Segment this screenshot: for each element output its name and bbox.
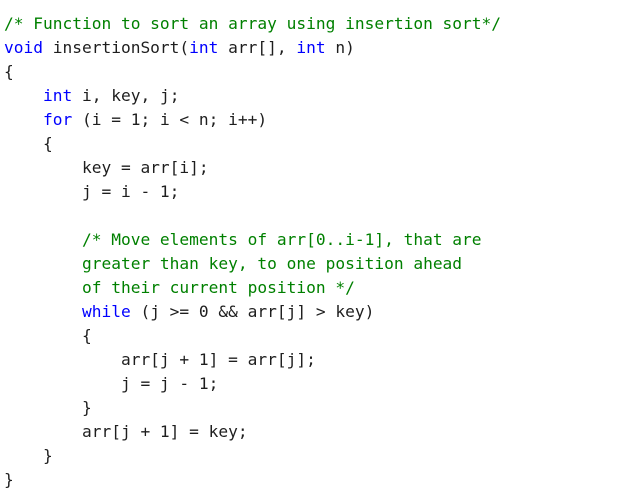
code-token: arr[j + 1] = key; — [4, 422, 248, 441]
code-comment: greater than key, to one position ahead — [81, 254, 463, 273]
code-line: } — [4, 444, 624, 468]
code-line: key = arr[i]; — [4, 156, 624, 180]
code-comment: of their current position */ — [81, 278, 355, 297]
code-comment: /* Function to sort an array using inser… — [4, 14, 502, 33]
code-line: { — [4, 132, 624, 156]
code-line: /* Move elements of arr[0..i-1], that ar… — [4, 228, 624, 252]
code-line: void insertionSort(int arr[], int n) — [4, 36, 624, 60]
code-token: j = i - 1; — [4, 182, 180, 201]
code-keyword: int — [189, 38, 219, 57]
code-line: of their current position */ — [4, 276, 624, 300]
code-line: { — [4, 60, 624, 84]
code-token: (i = 1; i < n; i++) — [72, 110, 268, 129]
code-brace: } — [4, 398, 92, 417]
code-line: while (j >= 0 && arr[j] > key) — [4, 300, 624, 324]
code-line: arr[j + 1] = key; — [4, 420, 624, 444]
code-line: j = i - 1; — [4, 180, 624, 204]
code-keyword: int — [42, 86, 73, 105]
code-brace: } — [4, 446, 53, 465]
code-brace: } — [4, 470, 14, 489]
code-keyword: int — [296, 38, 326, 57]
code-keyword: void — [4, 38, 43, 57]
code-token: i, key, j; — [72, 86, 180, 105]
code-line: { — [4, 324, 624, 348]
code-brace: { — [4, 326, 92, 345]
code-token: arr[], — [218, 38, 297, 57]
code-line: /* Function to sort an array using inser… — [4, 12, 624, 36]
code-token: n) — [325, 38, 355, 57]
code-line: } — [4, 468, 624, 492]
code-line: int i, key, j; — [4, 84, 624, 108]
code-token: key = arr[i]; — [4, 158, 209, 177]
code-token: arr[j + 1] = arr[j]; — [4, 350, 316, 369]
code-line: arr[j + 1] = arr[j]; — [4, 348, 624, 372]
code-editor[interactable]: /* Function to sort an array using inser… — [4, 12, 624, 492]
code-comment: /* Move elements of arr[0..i-1], that ar… — [81, 230, 482, 249]
code-line: greater than key, to one position ahead — [4, 252, 624, 276]
code-keyword: for — [42, 110, 73, 129]
code-brace: { — [4, 62, 14, 81]
code-token: insertionSort( — [42, 38, 190, 57]
code-line: } — [4, 396, 624, 420]
code-keyword: while — [81, 302, 131, 321]
code-line: j = j - 1; — [4, 372, 624, 396]
code-token: j = j - 1; — [4, 374, 219, 393]
code-brace: { — [4, 134, 53, 153]
code-token: (j >= 0 && arr[j] > key) — [130, 302, 375, 321]
code-line: for (i = 1; i < n; i++) — [4, 108, 624, 132]
